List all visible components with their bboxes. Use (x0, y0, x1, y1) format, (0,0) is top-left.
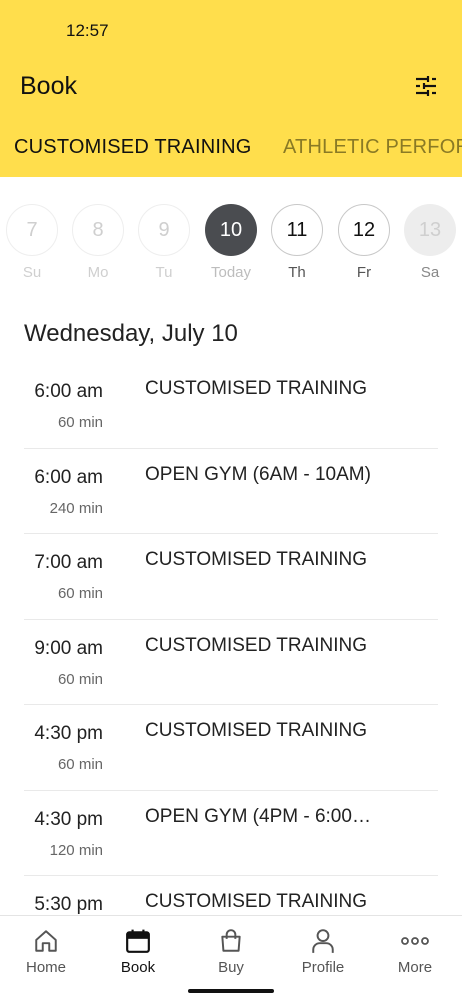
session-duration: 60 min (57, 585, 103, 602)
date-weekday: Sa (420, 264, 440, 281)
bottom-navigation: Home Book Buy Profile More (0, 915, 462, 1000)
session-duration: 60 min (57, 670, 103, 688)
date-number: 12 (338, 204, 390, 256)
session-time: 6:00 am (34, 381, 103, 402)
sliders-icon (416, 76, 436, 96)
date-weekday: Fr (356, 264, 372, 281)
session-row[interactable]: 6:00 am 240 min OPEN GYM (6AM - 10AM) (24, 449, 438, 534)
nav-label: Buy (218, 959, 244, 976)
session-time: 5:30 pm (34, 894, 103, 915)
date-item-selected[interactable]: 10 Today (205, 204, 257, 281)
home-indicator (188, 989, 274, 993)
session-duration: 60 min (57, 414, 103, 431)
session-name: CUSTOMISED TRAINING (145, 891, 368, 912)
date-number: 13 (404, 204, 456, 256)
date-item[interactable]: 9 Tu (138, 204, 190, 281)
category-tabs: CUSTOMISED TRAINING ATHLETIC PERFOR (0, 125, 462, 175)
session-duration: 120 min (49, 841, 103, 859)
session-row[interactable]: 6:00 am 60 min CUSTOMISED TRAINING (24, 363, 438, 449)
page-title: Book (20, 72, 77, 100)
date-number: 9 (138, 204, 190, 256)
session-duration: 60 min (57, 756, 103, 773)
nav-item-buy[interactable]: Buy (185, 926, 277, 976)
session-row[interactable]: 4:30 pm 60 min CUSTOMISED TRAINING (24, 705, 438, 791)
nav-label: Book (120, 959, 156, 976)
session-duration: 240 min (49, 499, 103, 517)
calendar-icon (126, 929, 150, 953)
day-heading: Wednesday, July 10 (24, 320, 238, 347)
session-row[interactable]: 4:30 pm 120 min OPEN GYM (4PM - 6:00… (24, 791, 438, 876)
tab-customised-training[interactable]: CUSTOMISED TRAINING (14, 136, 252, 159)
status-bar-time: 12:57 (66, 21, 109, 40)
date-weekday: Today (210, 264, 252, 281)
home-icon (35, 930, 57, 952)
session-time: 4:30 pm (34, 808, 103, 830)
session-time: 4:30 pm (34, 723, 103, 744)
date-weekday: Mo (87, 264, 109, 281)
session-list: 6:00 am 60 min CUSTOMISED TRAINING 6:00 … (24, 363, 438, 962)
nav-label: Profile (301, 959, 345, 976)
date-weekday: Tu (155, 264, 173, 281)
nav-label: Home (25, 959, 66, 976)
nav-item-profile[interactable]: Profile (277, 926, 369, 976)
date-number: 7 (6, 204, 58, 256)
session-name: OPEN GYM (6AM - 10AM) (145, 463, 371, 485)
session-row[interactable]: 9:00 am 60 min CUSTOMISED TRAINING (24, 620, 438, 705)
date-number: 10 (205, 204, 257, 256)
nav-item-book[interactable]: Book (92, 926, 184, 976)
tab-athletic-performance[interactable]: ATHLETIC PERFOR (283, 136, 462, 159)
shopping-bag-icon (221, 929, 241, 952)
date-item[interactable]: 11 Th (271, 204, 323, 281)
nav-item-more[interactable]: More (369, 926, 461, 976)
session-name: CUSTOMISED TRAINING (145, 634, 368, 656)
date-strip: 7 Su 8 Mo 9 Tu 10 Today 11 Th 12 Fr 13 S… (0, 178, 462, 288)
session-time: 7:00 am (34, 552, 103, 573)
app-header: 12:57 Book CUSTOMISED TRAINING ATHLETIC … (0, 0, 462, 177)
person-icon (312, 929, 334, 953)
session-name: CUSTOMISED TRAINING (145, 720, 368, 741)
session-row[interactable]: 7:00 am 60 min CUSTOMISED TRAINING (24, 534, 438, 620)
session-time: 6:00 am (34, 466, 103, 488)
session-name: OPEN GYM (4PM - 6:00… (145, 805, 371, 827)
date-number: 11 (271, 204, 323, 256)
session-name: CUSTOMISED TRAINING (145, 378, 368, 399)
date-weekday: Th (288, 264, 306, 281)
session-name: CUSTOMISED TRAINING (145, 549, 368, 570)
date-item[interactable]: 7 Su (6, 204, 58, 281)
date-item[interactable]: 13 Sa (404, 204, 456, 281)
nav-item-home[interactable]: Home (0, 926, 92, 976)
date-item[interactable]: 8 Mo (72, 204, 124, 281)
session-time: 9:00 am (34, 637, 103, 659)
date-number: 8 (72, 204, 124, 256)
date-weekday: Su (22, 264, 42, 281)
more-dots-icon (401, 937, 429, 945)
nav-label: More (397, 959, 433, 976)
date-item[interactable]: 12 Fr (338, 204, 390, 281)
filter-button[interactable] (410, 70, 442, 102)
